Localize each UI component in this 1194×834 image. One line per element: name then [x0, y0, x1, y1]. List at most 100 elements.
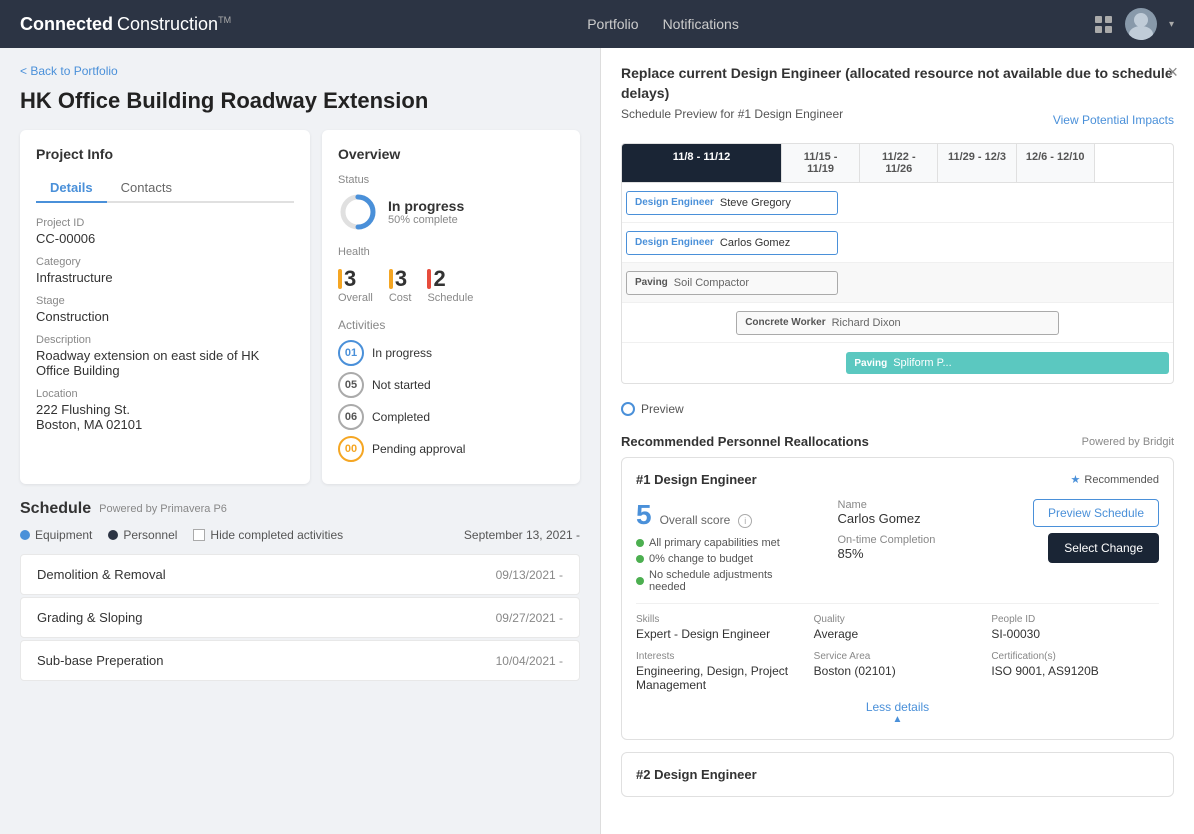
- modal-subtitle: Schedule Preview for #1 Design Engineer: [621, 107, 843, 121]
- health-schedule-label: Schedule: [427, 292, 473, 304]
- recommendations-powered: Powered by Bridgit: [1082, 436, 1174, 448]
- status-donut: [338, 192, 378, 232]
- description-row: Description Roadway extension on east si…: [36, 334, 294, 378]
- modal-close-button[interactable]: ×: [1167, 62, 1178, 83]
- role-label-carlos: Design Engineer: [635, 237, 714, 248]
- interests-label: Interests: [636, 651, 804, 662]
- score-label: Overall score: [660, 513, 731, 527]
- activity-completed: 06 Completed: [338, 404, 564, 430]
- star-icon: ★: [1071, 473, 1081, 486]
- preview-schedule-button[interactable]: Preview Schedule: [1033, 499, 1159, 527]
- less-details-link[interactable]: Less details: [636, 692, 1159, 714]
- green-dot-1: [636, 539, 644, 547]
- legend-hide-completed[interactable]: Hide completed activities: [193, 528, 343, 542]
- notifications-link[interactable]: Notifications: [663, 16, 739, 32]
- brand-logo: Connected ConstructionTM: [20, 14, 231, 35]
- completion-label: On-time Completion: [838, 534, 1000, 546]
- preview-radio[interactable]: [621, 402, 635, 416]
- apps-grid-icon[interactable]: [1095, 16, 1113, 33]
- schedule-date: September 13, 2021 -: [464, 528, 580, 542]
- category-label: Category: [36, 256, 294, 268]
- resource-bar-carlos: Design Engineer Carlos Gomez: [626, 231, 838, 255]
- activity-label-01: In progress: [372, 346, 432, 360]
- tab-details[interactable]: Details: [36, 174, 107, 203]
- project-info-title: Project Info: [36, 146, 294, 162]
- schedule-section: Schedule Powered by Primavera P6 Equipme…: [20, 500, 580, 683]
- main-container: < Back to Portfolio HK Office Building R…: [0, 48, 1194, 834]
- preview-label: Preview: [641, 402, 684, 416]
- left-panel: < Back to Portfolio HK Office Building R…: [0, 48, 600, 834]
- rec-card-1-header: #1 Design Engineer ★ Recommended: [636, 472, 1159, 487]
- description-value: Roadway extension on east side of HK Off…: [36, 348, 294, 378]
- project-info-card: Project Info Details Contacts Project ID…: [20, 130, 310, 484]
- hide-completed-checkbox[interactable]: [193, 529, 205, 541]
- service-area-value: Boston (02101): [814, 664, 982, 678]
- cards-row: Project Info Details Contacts Project ID…: [20, 130, 580, 484]
- health-overall: 3 Overall: [338, 266, 373, 304]
- grid-empty-concrete-right: [1063, 303, 1173, 342]
- activity-label-00: Pending approval: [372, 442, 465, 456]
- health-label: Health: [338, 246, 564, 258]
- status-title: In progress: [388, 198, 464, 214]
- bullet-1-text: All primary capabilities met: [649, 537, 780, 549]
- grid-col-week4: 11/29 - 12/3: [938, 144, 1016, 182]
- preview-toggle[interactable]: Preview: [601, 396, 1194, 426]
- name-label-spliform: Spliform P...: [893, 357, 952, 369]
- grading-date: 09/27/2021 -: [496, 611, 563, 625]
- rec-action-col: Preview Schedule Select Change: [1019, 499, 1159, 593]
- role-label-concrete: Concrete Worker: [745, 317, 825, 328]
- page-title: HK Office Building Roadway Extension: [20, 88, 580, 114]
- grid-cell-concrete: Concrete Worker Richard Dixon: [732, 303, 1063, 342]
- less-details-caret: ▲: [636, 714, 1159, 725]
- activity-pending: 00 Pending approval: [338, 436, 564, 462]
- rec-details-grid: Skills Expert - Design Engineer Quality …: [636, 603, 1159, 692]
- green-dot-3: [636, 577, 644, 585]
- personnel-label: Personnel: [123, 528, 177, 542]
- interests-value: Engineering, Design, Project Management: [636, 664, 804, 692]
- detail-service-area: Service Area Boston (02101): [814, 651, 982, 692]
- completion-row: On-time Completion 85%: [838, 534, 1000, 561]
- health-overall-label: Overall: [338, 292, 373, 304]
- score-bullets: All primary capabilities met 0% change t…: [636, 537, 798, 593]
- schedule-row-subbase: Sub-base Preperation 10/04/2021 -: [20, 640, 580, 681]
- grid-col-week3: 11/22 - 11/26: [860, 144, 938, 182]
- project-info-tabs: Details Contacts: [36, 174, 294, 203]
- detail-skills: Skills Expert - Design Engineer: [636, 614, 804, 641]
- view-impacts-link[interactable]: View Potential Impacts: [1053, 113, 1174, 127]
- select-change-button[interactable]: Select Change: [1048, 533, 1159, 563]
- health-cost-label: Cost: [389, 292, 412, 304]
- grid-cell-paving1: Paving Soil Compactor: [622, 263, 842, 302]
- health-cost-bar: [389, 269, 393, 289]
- resource-bar-paving: Paving Soil Compactor: [626, 271, 838, 295]
- certifications-value: ISO 9001, AS9120B: [991, 664, 1159, 678]
- grid-row-paving1: Paving Soil Compactor: [622, 263, 1173, 303]
- resource-bar-steve: Design Engineer Steve Gregory: [626, 191, 838, 215]
- detail-people-id: People ID SI-00030: [991, 614, 1159, 641]
- health-cost-score: 3: [389, 266, 412, 292]
- health-overall-score: 3: [338, 266, 373, 292]
- grid-cell-steve: Design Engineer Steve Gregory: [622, 183, 842, 222]
- user-dropdown-icon[interactable]: ▾: [1169, 19, 1174, 30]
- role-label: Design Engineer: [635, 197, 714, 208]
- rec-card-2: #2 Design Engineer: [621, 752, 1174, 797]
- completion-value: 85%: [838, 546, 1000, 561]
- user-avatar[interactable]: [1125, 8, 1157, 40]
- modal-header: × Replace current Design Engineer (alloc…: [601, 48, 1194, 133]
- equipment-dot: [20, 530, 30, 540]
- project-id-row: Project ID CC-00006: [36, 217, 294, 246]
- grading-title: Grading & Sloping: [37, 610, 143, 625]
- rec1-title: #1 Design Engineer: [636, 472, 757, 487]
- brand-bold: Connected: [20, 14, 113, 35]
- tab-contacts[interactable]: Contacts: [107, 174, 186, 203]
- stage-label: Stage: [36, 295, 294, 307]
- back-to-portfolio-link[interactable]: < Back to Portfolio: [20, 64, 580, 78]
- portfolio-link[interactable]: Portfolio: [587, 16, 638, 32]
- activities-title: Activities: [338, 318, 564, 332]
- name-label-paving: Soil Compactor: [674, 277, 749, 289]
- recommended-label: Recommended: [1084, 474, 1159, 486]
- activity-label-05: Not started: [372, 378, 431, 392]
- rec2-title: #2 Design Engineer: [636, 767, 757, 782]
- certifications-label: Certification(s): [991, 651, 1159, 662]
- health-row: 3 Overall 3 Cost 2: [338, 266, 564, 304]
- demolition-date: 09/13/2021 -: [496, 568, 563, 582]
